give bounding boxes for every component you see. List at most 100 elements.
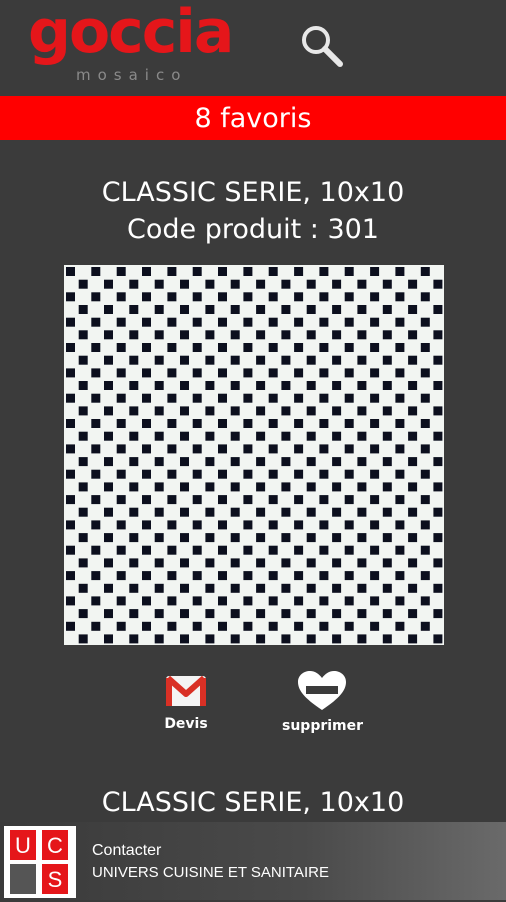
mosaic-tile (382, 431, 392, 441)
mosaic-tile (243, 419, 253, 428)
mosaic-tile (129, 279, 139, 289)
mosaic-tile (205, 558, 215, 568)
mosaic-tile (142, 596, 151, 606)
mosaic-tile (395, 393, 405, 403)
mosaic-tile (433, 558, 443, 568)
mosaic-tile (306, 533, 316, 543)
mosaic-tile (116, 317, 126, 327)
app-header: goccia mosaico (0, 0, 506, 96)
mosaic-tile (281, 431, 291, 441)
mosaic-tile (230, 634, 240, 644)
mosaic-tile (167, 545, 177, 555)
mosaic-tile (104, 381, 113, 390)
mosaic-tile (230, 355, 240, 365)
mosaic-tile (420, 292, 430, 302)
mosaic-tile (205, 279, 215, 289)
mosaic-tile (180, 533, 189, 543)
mosaic-tile (332, 381, 342, 390)
mosaic-tile (408, 507, 418, 517)
mosaic-tile (205, 507, 215, 517)
mosaic-tile (357, 583, 367, 593)
mosaic-tile (66, 596, 75, 606)
mosaic-tile (433, 507, 443, 517)
mosaic-tile (370, 368, 380, 378)
mosaic-tile (142, 520, 151, 530)
mosaic-tile (142, 571, 151, 581)
mosaic-tile (167, 596, 177, 606)
mosaic-tile (433, 634, 443, 644)
mosaic-tile (420, 469, 430, 479)
goccia-logo[interactable]: goccia mosaico (28, 2, 258, 90)
mosaic-tile (78, 609, 88, 619)
search-button[interactable] (298, 22, 346, 70)
mosaic-tile (268, 545, 278, 555)
logo-subtitle: mosaico (76, 66, 188, 84)
mosaic-tile (408, 558, 418, 568)
mosaic-tile (78, 355, 88, 365)
mosaic-tile (104, 482, 113, 492)
mosaic-tile (294, 596, 304, 606)
mosaic-tile (408, 533, 418, 543)
mosaic-tile (294, 393, 304, 403)
mosaic-tile (66, 267, 75, 276)
mosaic-tile (78, 634, 88, 644)
mosaic-tile (408, 330, 418, 340)
mosaic-tile (382, 330, 392, 340)
mosaic-tile (205, 482, 215, 492)
mosaic-tile (395, 444, 405, 454)
mosaic-tile (167, 419, 177, 428)
mosaic-tile (230, 457, 240, 467)
mosaic-tile (167, 571, 177, 581)
mosaic-tile (218, 571, 227, 581)
mosaic-tile (319, 267, 329, 276)
mosaic-tile (66, 571, 75, 581)
mosaic-tile (167, 393, 177, 403)
mosaic-tile (104, 609, 113, 619)
mosaic-tile (78, 482, 88, 492)
mosaic-tile (256, 482, 266, 492)
mosaic-tile (281, 634, 291, 644)
mosaic-tile (205, 431, 215, 441)
mosaic-tile (344, 596, 354, 606)
mosaic-tile (218, 368, 227, 378)
mosaic-tile (180, 330, 189, 340)
mosaic-tile (243, 317, 253, 327)
quote-label: Devis (164, 716, 208, 732)
mosaic-tile (243, 267, 253, 276)
remove-favorite-button[interactable]: supprimer (282, 670, 363, 734)
mosaic-tile (395, 267, 405, 276)
mosaic-tile (281, 305, 291, 314)
mosaic-tile (256, 609, 266, 619)
mosaic-tile (66, 495, 75, 505)
mosaic-tile (91, 317, 101, 327)
mosaic-tile (357, 355, 367, 365)
mosaic-tile (167, 495, 177, 505)
mosaic-tile (370, 545, 380, 555)
mosaic-tile (180, 457, 189, 467)
mosaic-tile (344, 368, 354, 378)
mosaic-tile (129, 533, 139, 543)
mosaic-tile (332, 305, 342, 314)
contact-banner[interactable]: U C S Contacter UNIVERS CUISINE ET SANIT… (0, 822, 506, 900)
mosaic-tile (370, 495, 380, 505)
mosaic-tile (104, 431, 113, 441)
mosaic-tile (192, 317, 202, 327)
mosaic-tile (281, 381, 291, 390)
quote-button[interactable]: Devis (146, 672, 226, 732)
mosaic-tile (306, 279, 316, 289)
mosaic-tile (180, 355, 189, 365)
ucs-logo: U C S (4, 826, 76, 898)
mosaic-tile (205, 583, 215, 593)
mosaic-tile (230, 279, 240, 289)
product-image[interactable] (64, 265, 444, 645)
mosaic-tile (332, 457, 342, 467)
mosaic-tile (91, 495, 101, 505)
mosaic-tile (281, 507, 291, 517)
mosaic-tile (357, 609, 367, 619)
mosaic-tile (395, 343, 405, 352)
mosaic-tile (382, 406, 392, 416)
product-code: Code produit : 301 (126, 214, 379, 245)
mosaic-tile (205, 406, 215, 416)
mosaic-tile (344, 545, 354, 555)
mosaic-tile (332, 507, 342, 517)
